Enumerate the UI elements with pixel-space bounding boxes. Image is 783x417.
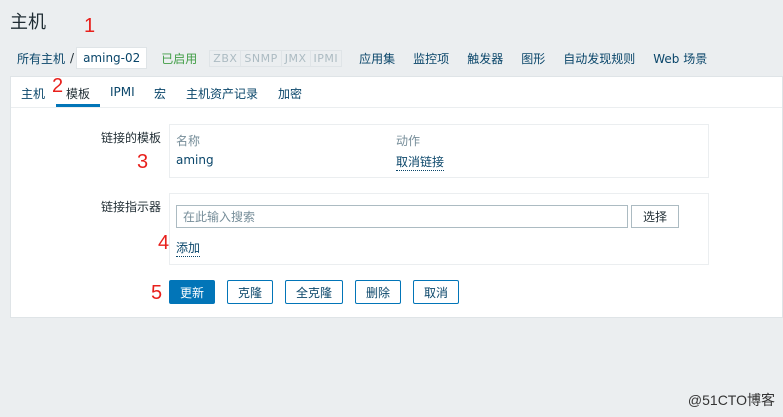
tab-macros[interactable]: 宏 xyxy=(154,85,166,102)
watermark: @51CTO博客 xyxy=(687,392,775,408)
page-title: 主机 xyxy=(10,12,46,33)
annotation-5: 5 xyxy=(151,282,163,304)
nav-triggers[interactable]: 触发器 xyxy=(467,50,503,67)
breadcrumb-current-host[interactable]: aming-02 xyxy=(76,47,148,69)
annotation-2: 2 xyxy=(52,75,64,97)
column-header-name: 名称 xyxy=(176,134,201,148)
host-form-panel: 主机 模板 IPMI 宏 主机资产记录 加密 链接的模板 名称 动作 aming… xyxy=(10,76,783,318)
availability-zbx: ZBX xyxy=(210,50,242,66)
annotation-3: 3 xyxy=(137,151,149,173)
breadcrumb: 所有主机 / aming-02 已启用 ZBX SNMP JMX IPMI 应用… xyxy=(10,44,716,72)
column-header-action: 动作 xyxy=(396,134,421,148)
add-template-link[interactable]: 添加 xyxy=(176,239,201,257)
status-enabled-link[interactable]: 已启用 xyxy=(161,50,197,67)
link-indicators-label: 链接指示器 xyxy=(100,200,161,214)
nav-discovery-rules[interactable]: 自动发现规则 xyxy=(563,50,635,67)
availability-jmx: JMX xyxy=(282,50,311,66)
breadcrumb-separator: / xyxy=(70,51,75,65)
update-button[interactable]: 更新 xyxy=(169,280,216,304)
availability-snmp: SNMP xyxy=(241,50,282,66)
linked-templates-label: 链接的模板 xyxy=(100,131,161,145)
template-search-input[interactable] xyxy=(176,205,628,228)
delete-button[interactable]: 删除 xyxy=(355,280,402,304)
nav-graphs[interactable]: 图形 xyxy=(521,50,545,67)
template-name-link[interactable]: aming xyxy=(176,153,214,167)
link-indicators-box: 选择 添加 xyxy=(169,193,709,265)
full-clone-button[interactable]: 全克隆 xyxy=(285,280,344,304)
tab-bar: 主机 模板 IPMI 宏 主机资产记录 加密 xyxy=(11,77,782,108)
tab-encryption[interactable]: 加密 xyxy=(278,85,302,102)
nav-applications[interactable]: 应用集 xyxy=(359,50,395,67)
nav-web-scenarios[interactable]: Web 场景 xyxy=(653,50,707,67)
availability-group: ZBX SNMP JMX IPMI xyxy=(209,49,343,67)
nav-items[interactable]: 监控项 xyxy=(413,50,449,67)
cancel-button[interactable]: 取消 xyxy=(413,280,460,304)
annotation-1: 1 xyxy=(84,15,96,37)
unlink-template-link[interactable]: 取消链接 xyxy=(396,153,445,171)
clone-button[interactable]: 克隆 xyxy=(227,280,274,304)
availability-ipmi: IPMI xyxy=(313,51,339,65)
breadcrumb-all-hosts[interactable]: 所有主机 xyxy=(10,50,72,67)
linked-templates-table: 名称 动作 aming 取消链接 xyxy=(169,124,709,178)
tab-templates[interactable]: 模板 xyxy=(66,85,90,102)
annotation-4: 4 xyxy=(158,232,170,254)
tab-inventory[interactable]: 主机资产记录 xyxy=(186,85,258,102)
active-tab-indicator xyxy=(56,104,100,107)
tab-ipmi[interactable]: IPMI xyxy=(110,85,135,99)
select-button[interactable]: 选择 xyxy=(631,205,679,228)
tab-host[interactable]: 主机 xyxy=(21,85,45,102)
